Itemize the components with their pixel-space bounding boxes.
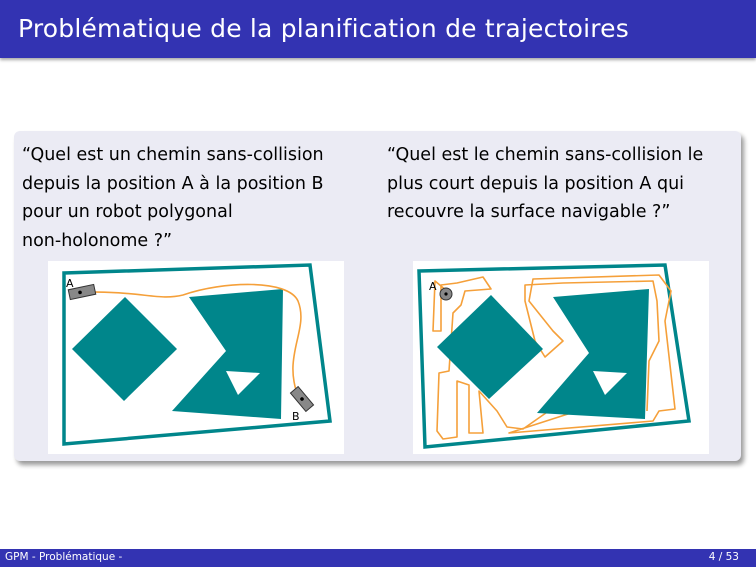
label-a: A: [429, 280, 437, 293]
page-current: 4: [708, 551, 716, 563]
footer-section: GPM - Problématique -: [5, 551, 123, 563]
robot-start: [439, 287, 453, 301]
label-b: B: [292, 410, 300, 423]
question-right-line-1: “Quel est le chemin sans-collision le: [387, 145, 704, 165]
question-left: “Quel est un chemin sans-collision depui…: [22, 141, 324, 255]
figure-path-planning: A B: [48, 261, 344, 454]
page-counter: 4 / 53: [708, 551, 739, 563]
question-left-line-2: depuis la position A à la position B: [22, 173, 324, 194]
question-right: “Quel est le chemin sans-collision le pl…: [387, 141, 703, 227]
title-bar: Problématique de la planification de tra…: [0, 0, 756, 58]
content-block: “Quel est un chemin sans-collision depui…: [14, 131, 741, 461]
figure-coverage-planning: A: [413, 261, 709, 454]
footer-bar: GPM - Problématique - 4 / 53: [0, 549, 756, 567]
question-right-line-2: plus court depuis la position A qui: [387, 173, 685, 194]
label-a: A: [66, 277, 74, 290]
question-left-line-1: “Quel est un chemin sans-collision: [22, 145, 324, 165]
question-right-line-3: recouvre la surface navigable ?”: [387, 202, 671, 222]
page-total: 53: [725, 551, 739, 563]
question-left-line-4: non-holonome ?”: [22, 230, 173, 251]
slide-title: Problématique de la planification de tra…: [18, 14, 629, 43]
question-left-line-3: pour un robot polygonal: [22, 202, 233, 222]
